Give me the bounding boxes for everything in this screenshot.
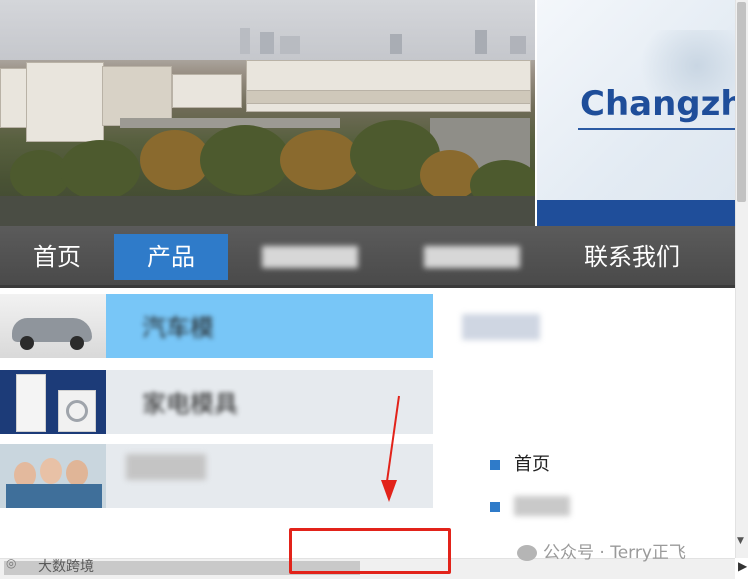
side-item-2[interactable]: [490, 496, 570, 517]
watermark-logo-icon: ◎: [6, 556, 17, 570]
annotation-arrow-head-icon: [381, 480, 397, 502]
category-label-bg: 汽车模: [106, 294, 433, 358]
category-item-appliances[interactable]: 家电模具: [0, 370, 433, 434]
medical-staff-image: [0, 444, 106, 508]
watermark-left: 大数跨境: [38, 559, 94, 575]
watermark-right: 公众号 · Terry正飞: [517, 538, 686, 563]
car-image: [0, 294, 106, 358]
nav-item-products[interactable]: 产品: [114, 234, 228, 280]
main-nav: 首页 产品 联系我们: [0, 226, 735, 288]
scroll-right-arrow-icon[interactable]: ▶: [738, 559, 747, 573]
nav-item-4[interactable]: [420, 234, 524, 280]
brand-bar: [537, 200, 735, 226]
category-label-bg: 家电模具: [106, 370, 433, 434]
nav-item-home[interactable]: 首页: [14, 234, 100, 280]
side-item-label: 首页: [514, 454, 550, 475]
category-label: 家电模具: [142, 390, 238, 418]
side-panel-title: [462, 314, 542, 342]
wechat-icon: [517, 545, 537, 561]
category-label: 汽车模: [142, 314, 214, 342]
logo-underline: [578, 128, 735, 130]
category-item-medical[interactable]: [0, 444, 433, 508]
category-item-cars[interactable]: 汽车模: [0, 294, 433, 358]
header-banner: Changzh: [0, 0, 735, 226]
square-bullet-icon: [490, 460, 500, 470]
vertical-scrollbar-thumb[interactable]: [737, 2, 746, 202]
square-bullet-icon: [490, 502, 500, 512]
brand-logo[interactable]: Changzh: [580, 84, 735, 124]
factory-photo: [0, 0, 540, 226]
scroll-down-arrow-icon[interactable]: ▼: [737, 536, 744, 546]
watermark-right-text: 公众号 · Terry正飞: [543, 543, 686, 563]
nav-item-3[interactable]: [258, 234, 362, 280]
appliance-image: [0, 370, 106, 434]
nav-item-contact[interactable]: 联系我们: [572, 234, 692, 280]
annotation-highlight-box: [289, 528, 451, 574]
side-item-home[interactable]: 首页: [490, 450, 550, 476]
